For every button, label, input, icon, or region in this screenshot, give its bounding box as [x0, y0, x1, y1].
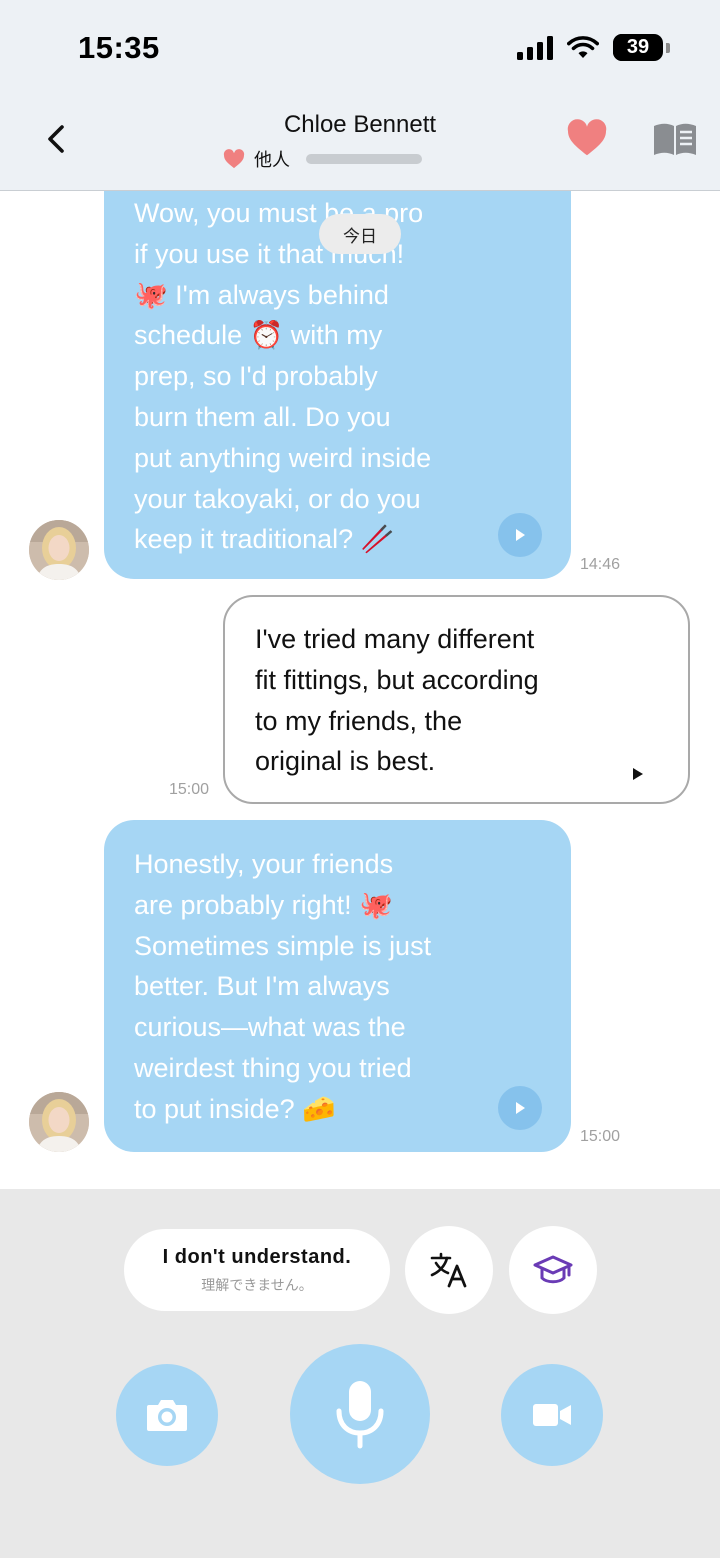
status-time: 15:35: [78, 30, 160, 65]
contact-avatar[interactable]: [29, 520, 89, 580]
contact-avatar[interactable]: [29, 1092, 89, 1152]
message-time: 15:00: [169, 781, 210, 798]
input-panel: I don't understand. 理解できません。: [0, 1189, 720, 1558]
graduation-cap-icon: [533, 1255, 573, 1284]
message-line: are probably right! 🐙: [134, 889, 393, 920]
video-call-button[interactable]: [501, 1364, 603, 1466]
battery-percentage: 39: [626, 36, 650, 58]
cellular-signal-icon: [517, 35, 553, 60]
quick-phrase-text: I don't understand.: [162, 1245, 352, 1268]
message-line: Honestly, your friends: [134, 849, 394, 879]
chat-header: Chloe Bennett 他人: [0, 95, 720, 191]
chat-area[interactable]: Wow, you must be a pro if you use it tha…: [0, 191, 720, 1189]
heart-icon: [223, 149, 245, 169]
contact-name[interactable]: Chloe Bennett: [0, 111, 720, 139]
battery-icon: 39: [613, 34, 663, 61]
avatar-image: [29, 520, 89, 580]
video-camera-icon: [533, 1404, 571, 1426]
message-line: your takoyaki, or do you: [134, 483, 421, 514]
microphone-icon: [336, 1381, 384, 1449]
incoming-message-bubble[interactable]: Honestly, your friends are probably righ…: [104, 820, 571, 1152]
status-bar: 15:35 39: [0, 0, 720, 95]
message-line: fit fittings, but according: [255, 664, 539, 695]
message-line: schedule ⏰ with my: [134, 320, 383, 351]
camera-button[interactable]: [116, 1364, 218, 1466]
favorite-button[interactable]: [566, 119, 608, 162]
message-time: 14:46: [580, 556, 621, 573]
message-time: 15:00: [580, 1128, 621, 1145]
play-icon: [516, 1102, 525, 1114]
message-line: to put inside? 🧀: [134, 1093, 336, 1124]
book-icon: [654, 123, 696, 155]
message-line: I've tried many different: [255, 624, 535, 654]
message-line: prep, so I'd probably: [134, 361, 378, 392]
battery-cap: [666, 42, 670, 53]
play-audio-button[interactable]: [631, 752, 645, 793]
status-icons: 39: [517, 34, 670, 61]
message-line: better. But I'm always: [134, 971, 390, 1002]
outgoing-message-bubble[interactable]: I've tried many different fit fittings, …: [223, 595, 690, 804]
wifi-icon: [567, 35, 599, 58]
quick-phrase-button[interactable]: I don't understand. 理解できません。: [124, 1229, 390, 1311]
relationship-status: 他人: [222, 146, 422, 172]
learn-button[interactable]: [509, 1226, 597, 1314]
message-line: burn them all. Do you: [134, 401, 391, 432]
message-line: to my friends, the: [255, 705, 463, 736]
message-line: 🐙 I'm always behind: [134, 279, 389, 310]
play-icon: [633, 768, 643, 780]
camera-icon: [147, 1400, 187, 1431]
message-line: put anything weird inside: [134, 442, 432, 473]
translate-button[interactable]: [405, 1226, 493, 1314]
quick-phrase-translation: 理解できません。: [201, 1276, 313, 1293]
message-line: original is best.: [255, 746, 436, 777]
microphone-button[interactable]: [290, 1344, 430, 1484]
heart-icon: [567, 119, 607, 156]
relationship-progress-bar: [306, 154, 422, 164]
message-line: curious—what was the: [134, 1012, 406, 1043]
message-line: weirdest thing you tried: [134, 1052, 412, 1083]
play-audio-button[interactable]: [498, 513, 542, 557]
translate-icon: [430, 1252, 467, 1288]
play-icon: [516, 529, 525, 541]
message-line: Sometimes simple is just: [134, 930, 432, 961]
date-separator: 今日: [319, 214, 401, 254]
avatar-image: [29, 1092, 89, 1152]
message-line: keep it traditional? 🥢: [134, 524, 395, 555]
book-button[interactable]: [652, 121, 698, 162]
play-audio-button[interactable]: [498, 1086, 542, 1130]
relationship-label: 他人: [254, 150, 290, 170]
